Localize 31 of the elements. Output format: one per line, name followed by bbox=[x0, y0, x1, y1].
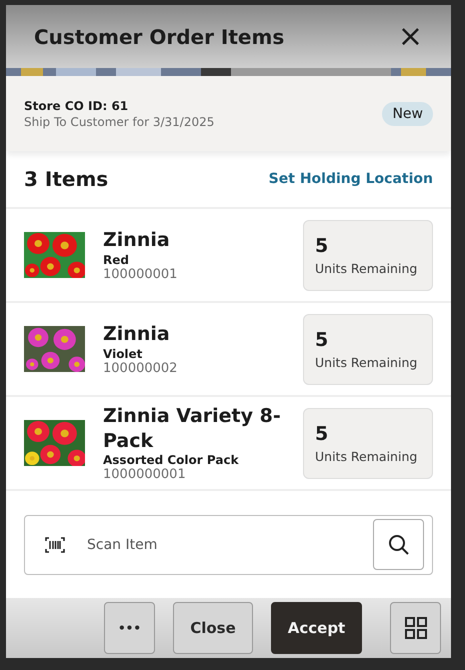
item-sku: 100000002 bbox=[103, 360, 178, 376]
search-icon bbox=[386, 532, 410, 556]
scan-item-field[interactable]: Scan Item bbox=[85, 536, 373, 554]
set-holding-location-link[interactable]: Set Holding Location bbox=[268, 171, 433, 187]
quantity-label: Units Remaining bbox=[315, 354, 418, 370]
quantity-label: Units Remaining bbox=[315, 260, 418, 276]
status-badge: New bbox=[382, 102, 433, 126]
window-title: Customer Order Items bbox=[34, 24, 284, 48]
item-name: Zinnia Variety 8-Pack bbox=[103, 404, 282, 454]
item-variant: Red bbox=[103, 252, 130, 267]
order-id: Store CO ID: 61 bbox=[24, 98, 130, 112]
item-variant: Violet bbox=[103, 346, 144, 361]
item-name: Zinnia bbox=[103, 228, 171, 253]
order-subtitle: Ship To Customer for 3/31/2025 bbox=[24, 114, 214, 128]
item-variant: Assorted Color Pack bbox=[103, 453, 240, 468]
accept-button[interactable]: Accept bbox=[271, 602, 362, 654]
more-button[interactable]: ••• bbox=[104, 602, 155, 654]
grid-icon bbox=[404, 616, 428, 640]
item-sku: 100000001 bbox=[103, 266, 178, 282]
quantity-number: 5 bbox=[315, 234, 330, 256]
search-button[interactable] bbox=[373, 519, 424, 570]
items-count: 3 Items bbox=[24, 167, 108, 191]
item-name: Zinnia bbox=[103, 322, 171, 347]
close-button[interactable]: × bbox=[398, 22, 423, 52]
close-footer-button[interactable]: Close bbox=[173, 602, 253, 654]
quantity-number: 5 bbox=[315, 422, 330, 444]
item-sku: 1000000001 bbox=[103, 467, 187, 482]
quantity-number: 5 bbox=[315, 328, 330, 350]
quantity-label: Units Remaining bbox=[315, 448, 418, 464]
barcode-icon bbox=[45, 536, 65, 552]
grid-button[interactable] bbox=[390, 602, 441, 654]
